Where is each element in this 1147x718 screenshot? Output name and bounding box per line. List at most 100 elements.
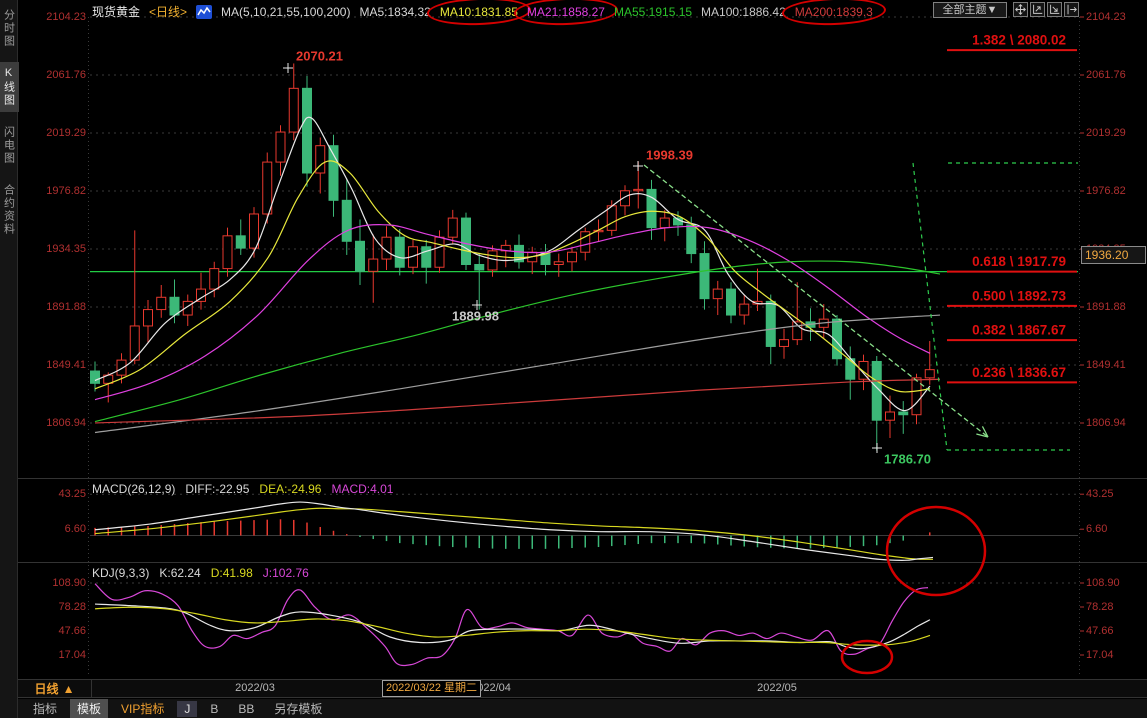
macd-header: MACD(26,12,9) DIFF:-22.95 DEA:-24.96 MAC… [92,482,393,496]
sidebar-item-shandian[interactable]: 闪电图 [0,121,19,170]
kline-chart-icon [196,5,212,19]
tab-vip[interactable]: VIP指标 [114,699,171,718]
svg-text:1806.94: 1806.94 [46,417,86,429]
svg-text:0.618 \ 1917.79: 0.618 \ 1917.79 [972,254,1066,269]
period-label: <日线> [149,3,187,20]
y-axis-left: 2104.23 2061.76 2019.29 1976.82 1934.35 1891.… [46,11,86,661]
svg-text:1786.70: 1786.70 [884,451,931,466]
svg-text:2019.29: 2019.29 [1086,127,1126,139]
tab-b[interactable]: B [203,701,225,717]
svg-text:78.28: 78.28 [58,601,86,613]
svg-text:1976.82: 1976.82 [1086,185,1126,197]
chart-canvas: 1.382 \ 2080.02 0.618 \ 1917.79 0.500 \ 18… [0,0,1147,718]
macd-dea-line [95,508,933,559]
svg-text:17.04: 17.04 [58,649,86,661]
ma-value-ma21: MA21:1858.27 [527,5,605,19]
ma-value-ma200: MA200:1839.3 [795,5,873,19]
svg-text:0.236 \ 1836.67: 0.236 \ 1836.67 [972,365,1066,380]
svg-text:6.60: 6.60 [65,523,86,535]
ma-value-ma55: MA55:1915.15 [614,5,692,19]
svg-text:1.382 \ 2080.02: 1.382 \ 2080.02 [972,33,1066,48]
x-axis-label: 2022/03 [235,682,275,694]
chart-header: 现货黄金 <日线> MA(5,10,21,55,100,200) MA5:183… [92,3,873,20]
svg-text:108.90: 108.90 [52,577,86,589]
trading-app-window: 1.382 \ 2080.02 0.618 \ 1917.79 0.500 \ 18… [0,0,1147,718]
svg-text:43.25: 43.25 [1086,488,1114,500]
tab-zhibiao[interactable]: 指标 [26,699,64,718]
kdj-j-value: J:102.76 [263,566,309,580]
svg-text:2019.29: 2019.29 [46,127,86,139]
macd-diff-line [95,502,933,560]
kdj-k-value: K:62.24 [159,566,200,580]
bottom-toolbar: 指标模板VIP指标JBBB另存模板 [18,699,1147,718]
ma-value-ma5: MA5:1834.32 [359,5,430,19]
svg-text:1934.35: 1934.35 [46,243,86,255]
svg-text:108.90: 108.90 [1086,577,1120,589]
fit-left-range-icon[interactable] [1030,2,1045,17]
macd-diff-value: DIFF:-22.95 [185,482,249,496]
svg-text:1976.82: 1976.82 [46,185,86,197]
crosshair-price-box: 1936.20 [1081,246,1146,264]
svg-text:47.66: 47.66 [1086,625,1114,637]
themes-dropdown[interactable]: 全部主题▼ [933,2,1007,18]
svg-text:2061.76: 2061.76 [46,69,86,81]
svg-text:17.04: 17.04 [1086,649,1114,661]
svg-text:43.25: 43.25 [58,488,86,500]
crosshair-date-box: 2022/03/22 星期二 [382,680,481,697]
pan-move-icon[interactable] [1013,2,1028,17]
svg-text:2061.76: 2061.76 [1086,69,1126,81]
kdj-j-line [95,584,928,666]
ma-line-ma100 [95,315,940,432]
svg-text:1806.94: 1806.94 [1086,417,1126,429]
shift-right-icon[interactable] [1064,2,1079,17]
macd-params-label: MACD(26,12,9) [92,482,175,496]
svg-text:0.500 \ 1892.73: 0.500 \ 1892.73 [972,288,1066,303]
svg-text:47.66: 47.66 [58,625,86,637]
tab-moban[interactable]: 模板 [70,699,108,718]
y-axis-right: 2104.232061.762019.291976.821934.351891.… [1080,11,1126,661]
ma-params-label: MA(5,10,21,55,100,200) [221,5,350,19]
macd-dea-value: DEA:-24.96 [259,482,321,496]
ma-line-ma5 [95,117,930,411]
svg-text:0.382 \ 1867.67: 0.382 \ 1867.67 [972,323,1066,338]
chart-toolbar-icons [1013,2,1079,17]
tab-j[interactable]: J [177,701,197,717]
svg-text:2104.23: 2104.23 [46,11,86,23]
svg-text:6.60: 6.60 [1086,523,1107,535]
svg-text:1849.41: 1849.41 [1086,359,1126,371]
ma-line-ma21 [95,225,930,400]
svg-text:2070.21: 2070.21 [296,48,343,63]
swing-annotations: 2070.21 1998.39 1889.98 1786.70 [283,48,931,466]
ma-value-ma100: MA100:1886.42 [701,5,786,19]
svg-text:1889.98: 1889.98 [452,308,499,323]
ma-overlay [95,117,940,432]
x-axis-bar: 日线 ▲ 2022/032022/042022/05 2022/03/22 星期… [18,679,1147,698]
tab-lingcun[interactable]: 另存模板 [267,699,329,718]
kdj-params-label: KDJ(9,3,3) [92,566,149,580]
sidebar-item-kline[interactable]: K线图 [0,62,19,112]
svg-text:2104.23: 2104.23 [1086,11,1126,23]
period-selector-arrow: ▲ [63,682,75,696]
chart-type-sidebar: 分时图 K线图闪电图合约资料 [0,0,18,718]
ma-line-ma10 [95,161,930,392]
kdj-panel [95,584,930,666]
instrument-title: 现货黄金 [92,3,140,20]
svg-text:1849.41: 1849.41 [46,359,86,371]
period-selector-label: 日线 [35,680,59,697]
kdj-d-value: D:41.98 [211,566,253,580]
macd-macd-value: MACD:4.01 [331,482,393,496]
tab-bb[interactable]: BB [231,701,261,717]
fib-levels: 1.382 \ 2080.02 0.618 \ 1917.79 0.500 \ 18… [947,33,1077,383]
ma-value-ma10: MA10:1831.85 [440,5,518,19]
sidebar-item-fenshi[interactable]: 分时图 [0,4,19,53]
svg-text:1891.88: 1891.88 [46,301,86,313]
svg-text:1891.88: 1891.88 [1086,301,1126,313]
kdj-header: KDJ(9,3,3) K:62.24 D:41.98 J:102.76 [92,566,309,580]
macd-panel [90,502,1078,560]
period-selector[interactable]: 日线 ▲ [18,680,92,697]
x-axis-label: 2022/05 [757,682,797,694]
fit-right-range-icon[interactable] [1047,2,1062,17]
svg-text:1998.39: 1998.39 [646,147,693,162]
sidebar-item-heyue[interactable]: 合约资料 [0,179,19,241]
svg-text:78.28: 78.28 [1086,601,1114,613]
